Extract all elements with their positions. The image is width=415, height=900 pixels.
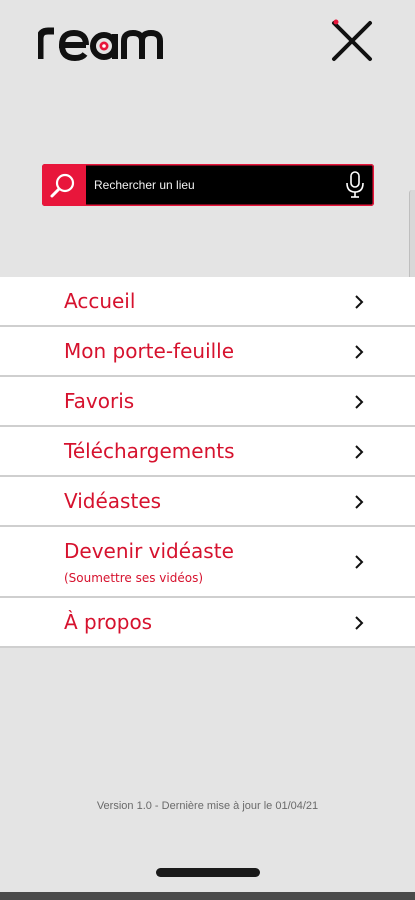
- menu-item-devenir-videaste[interactable]: Devenir vidéaste (Soumettre ses vidéos): [0, 527, 415, 598]
- menu-item-label: Mon porte-feuille: [64, 339, 235, 363]
- chevron-right-icon: [355, 445, 364, 459]
- menu-item-a-propos[interactable]: À propos: [0, 598, 415, 648]
- search-icon: [50, 173, 75, 198]
- chevron-right-icon: [355, 555, 364, 569]
- menu-item-label: Favoris: [64, 389, 135, 413]
- chevron-right-icon: [355, 345, 364, 359]
- menu-item-label: Téléchargements: [64, 439, 235, 463]
- chevron-right-icon: [355, 495, 364, 509]
- chevron-right-icon: [355, 295, 364, 309]
- chevron-right-icon: [355, 616, 364, 630]
- menu-item-telechargements[interactable]: Téléchargements: [0, 427, 415, 477]
- close-button[interactable]: [328, 17, 376, 65]
- menu-item-label: À propos: [64, 610, 153, 634]
- chevron-right-icon: [355, 395, 364, 409]
- menu-item-mon-porte-feuille[interactable]: Mon porte-feuille: [0, 327, 415, 377]
- search-bar: [42, 164, 374, 206]
- ream-logo: [38, 27, 163, 61]
- menu-item-videastes[interactable]: Vidéastes: [0, 477, 415, 527]
- menu-item-label: Devenir vidéaste: [64, 539, 234, 563]
- home-indicator[interactable]: [156, 868, 260, 877]
- menu-item-label: Accueil: [64, 289, 136, 313]
- bottom-edge: [0, 892, 415, 900]
- navigation-menu: Accueil Mon porte-feuille Favoris Téléch…: [0, 277, 415, 648]
- menu-item-label: Vidéastes: [64, 489, 162, 513]
- menu-item-accueil[interactable]: Accueil: [0, 277, 415, 327]
- search-button[interactable]: [42, 164, 86, 206]
- version-text: Version 1.0 - Dernière mise à jour le 01…: [96, 800, 319, 812]
- menu-item-favoris[interactable]: Favoris: [0, 377, 415, 427]
- microphone-button[interactable]: [343, 170, 367, 200]
- menu-item-sublabel: (Soumettre ses vidéos): [64, 571, 204, 585]
- microphone-icon: [346, 171, 364, 198]
- search-input[interactable]: [94, 164, 334, 206]
- close-icon: [332, 19, 372, 61]
